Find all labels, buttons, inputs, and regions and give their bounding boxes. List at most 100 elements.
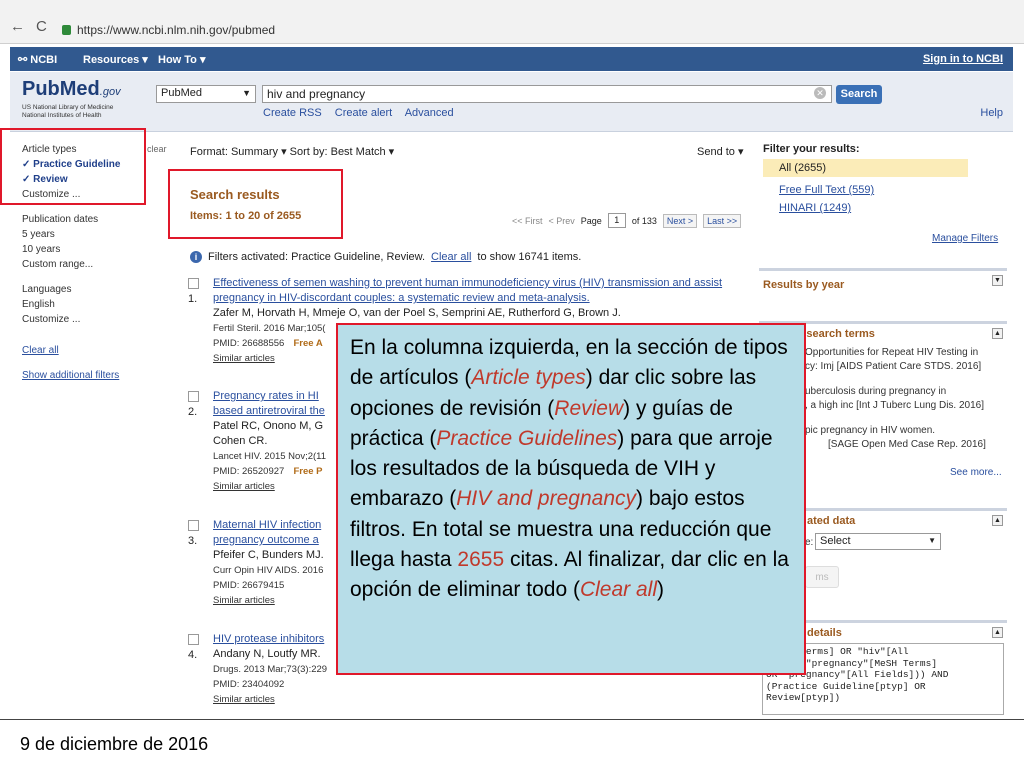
filters-activated: i Filters activated: Practice Guideline,…: [190, 251, 581, 263]
result-journal: Curr Opin HIV AIDS. 2016: [213, 565, 324, 576]
ncbi-logo[interactable]: ⚯ NCBI: [18, 53, 57, 66]
logo-gov: .gov: [99, 86, 121, 98]
see-more-link[interactable]: See more...: [950, 466, 1002, 480]
results-by-year-box: Results by year ▼: [759, 268, 1007, 308]
page-number-input[interactable]: 1: [607, 213, 626, 228]
search-area: PubMed.gov US National Library of Medici…: [10, 72, 1013, 132]
page-label: Page: [580, 215, 602, 226]
callout-italic: Article types: [471, 366, 586, 390]
last-page-button[interactable]: Last >>: [703, 213, 742, 228]
callout-number: 2655: [457, 548, 505, 572]
ncbi-logo-text: NCBI: [30, 54, 58, 66]
similar-articles-link[interactable]: Similar articles: [213, 692, 748, 707]
send-to-menu[interactable]: Send to ▾: [697, 145, 744, 158]
filters-activated-text: Filters activated: Practice Guideline, R…: [208, 251, 426, 263]
format-sort-bar[interactable]: Format: Summary ▾ Sort by: Best Match ▾: [190, 145, 394, 158]
toggle-up-icon[interactable]: ▲: [992, 515, 1003, 526]
ncbi-header: ⚯ NCBI Resources ▾ How To ▾ Sign in to N…: [10, 47, 1013, 71]
result-number: 4.: [188, 649, 198, 661]
search-button[interactable]: Search: [836, 85, 882, 104]
pubmed-logo[interactable]: PubMed.gov: [22, 78, 121, 101]
lock-icon: [62, 25, 71, 35]
page-of-label: of 133: [631, 215, 657, 226]
next-page-button[interactable]: Next >: [662, 213, 698, 228]
logo-main: PubMed: [22, 78, 100, 100]
filter-10-years[interactable]: 10 years: [22, 242, 162, 257]
resources-menu[interactable]: Resources ▾: [83, 53, 148, 66]
chevron-down-icon: ▼: [928, 536, 936, 545]
related-article-line[interactable]: Opportunities for Repeat HIV Testing in: [805, 346, 978, 360]
first-page-link[interactable]: << First: [512, 216, 543, 226]
toggle-down-icon[interactable]: ▼: [992, 275, 1003, 286]
pub-dates-heading: Publication dates: [22, 214, 99, 225]
prev-page-link[interactable]: < Prev: [549, 216, 575, 226]
howto-menu[interactable]: How To ▾: [158, 53, 205, 66]
signin-link[interactable]: Sign in to NCBI: [923, 53, 1003, 65]
callout-italic: HIV and pregnancy: [456, 487, 637, 511]
address-bar[interactable]: https://www.ncbi.nlm.nih.gov/pubmed: [62, 20, 482, 40]
result-pmid: PMID: 23404092: [213, 679, 285, 690]
filter-free-full-text[interactable]: Free Full Text (559): [763, 181, 1008, 199]
result-journal: Fertil Steril. 2016 Mar;105(: [213, 323, 326, 334]
result-number: 3.: [188, 535, 198, 547]
result-checkbox[interactable]: [188, 278, 199, 289]
callout-italic: Clear all: [579, 578, 657, 602]
url-text: https://www.ncbi.nlm.nih.gov/pubmed: [77, 23, 276, 37]
footer-divider: [0, 719, 1024, 720]
find-items-button[interactable]: ms: [805, 566, 839, 588]
show-additional-filters-link[interactable]: Show additional filters: [22, 368, 162, 383]
customize-languages[interactable]: Customize ...: [22, 312, 162, 327]
filter-hinari[interactable]: HINARI (1249): [763, 199, 1008, 217]
chevron-down-icon: ▼: [242, 88, 251, 98]
result-number: 1.: [188, 293, 198, 305]
instruction-callout: En la columna izquierda, en la sección d…: [336, 323, 806, 675]
result-checkbox[interactable]: [188, 391, 199, 402]
clear-all-link[interactable]: Clear all: [22, 343, 162, 358]
related-article-line: [SAGE Open Med Case Rep. 2016]: [828, 439, 986, 450]
languages-heading: Languages: [22, 284, 72, 295]
filter-custom-range[interactable]: Custom range...: [22, 257, 162, 272]
result-pmid: PMID: 26688556: [213, 338, 285, 349]
manage-filters-link[interactable]: Manage Filters: [932, 233, 998, 244]
filter-results-heading: Filter your results:: [763, 143, 860, 155]
result-pmid: PMID: 26679415: [213, 580, 285, 591]
reload-icon[interactable]: C: [36, 18, 47, 35]
filter-english[interactable]: English: [22, 297, 162, 312]
result-journal: Drugs. 2013 Mar;73(3):229: [213, 664, 328, 675]
free-article-badge: Free A: [293, 338, 323, 349]
callout-italic: Practice Guidelines: [436, 426, 618, 450]
filter-5-years[interactable]: 5 years: [22, 227, 162, 242]
related-article-line[interactable]: pic pregnancy in HIV women.: [805, 424, 935, 438]
logo-subtitle: US National Library of Medicine National…: [22, 104, 113, 120]
advanced-link[interactable]: Advanced: [405, 107, 454, 119]
related-data-label: e:: [805, 537, 814, 548]
callout-italic: Review: [554, 396, 624, 420]
highlight-search-results: [168, 169, 343, 239]
pagination: << First < Prev Page 1 of 133 Next > Las…: [512, 213, 742, 228]
result-checkbox[interactable]: [188, 634, 199, 645]
search-links: Create RSS Create alert Advanced: [263, 107, 464, 119]
related-article-line[interactable]: uberculosis during pregnancy in: [805, 385, 946, 399]
result-title[interactable]: Effectiveness of semen washing to preven…: [213, 276, 748, 306]
toggle-up-icon[interactable]: ▲: [992, 328, 1003, 339]
help-link[interactable]: Help: [980, 107, 1003, 119]
related-article-line: cy: Imj [AIDS Patient Care STDS. 2016]: [805, 361, 982, 372]
back-icon[interactable]: ←: [10, 18, 25, 35]
result-authors: Zafer M, Horvath H, Mmeje O, van der Poe…: [213, 307, 621, 319]
result-number: 2.: [188, 406, 198, 418]
related-data-select[interactable]: Select ▼: [815, 533, 941, 550]
filters-clear-all-link[interactable]: Clear all: [431, 251, 471, 263]
database-select[interactable]: PubMed ▼: [156, 85, 256, 103]
browser-toolbar: ← C https://www.ncbi.nlm.nih.gov/pubmed: [0, 0, 1024, 44]
create-rss-link[interactable]: Create RSS: [263, 107, 322, 119]
results-by-year-heading: Results by year: [763, 279, 845, 291]
search-input[interactable]: hiv and pregnancy: [262, 85, 832, 103]
create-alert-link[interactable]: Create alert: [335, 107, 392, 119]
database-value: PubMed: [161, 87, 202, 99]
logo-sub-1: US National Library of Medicine: [22, 104, 114, 111]
clear-search-icon[interactable]: ✕: [814, 87, 826, 99]
toggle-up-icon[interactable]: ▲: [992, 627, 1003, 638]
highlight-article-types: [0, 128, 146, 205]
filter-all[interactable]: All (2655): [763, 159, 968, 177]
result-checkbox[interactable]: [188, 520, 199, 531]
